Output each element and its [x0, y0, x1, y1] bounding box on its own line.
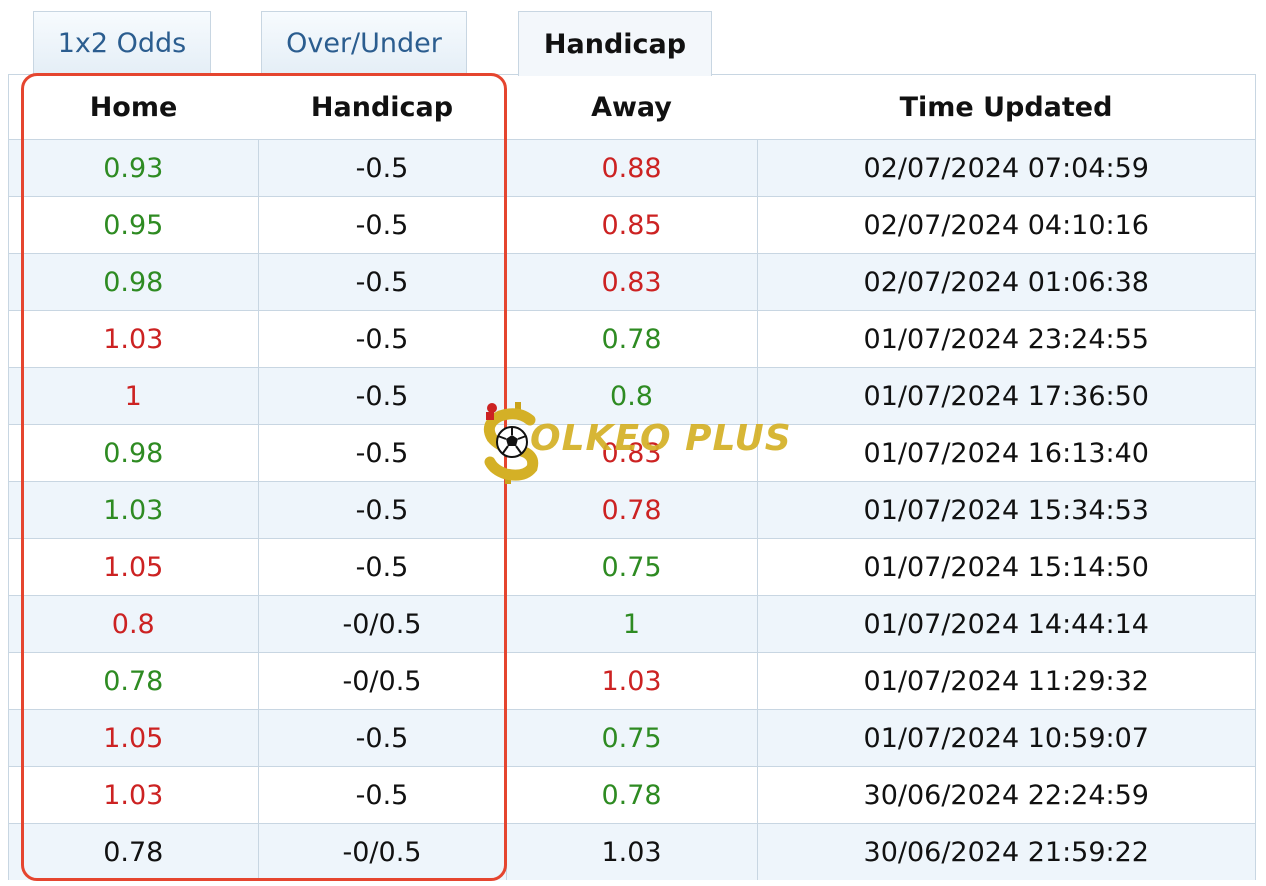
cell-time-updated: 01/07/2024 15:14:50: [757, 538, 1255, 596]
table-row: 0.98 -0.5 0.83 01/07/2024 16:13:40: [9, 424, 1255, 482]
cell-handicap: -0.5: [258, 766, 507, 824]
cell-handicap: -0.5: [258, 196, 507, 254]
table-row: 1.03 -0.5 0.78 01/07/2024 15:34:53: [9, 481, 1255, 539]
handicap-odds-table: Home Handicap Away Time Updated 0.93 -0.5…: [9, 75, 1255, 880]
table-row: 0.78 -0/0.5 1.03 01/07/2024 11:29:32: [9, 652, 1255, 710]
cell-away-odds: 0.8: [506, 367, 758, 425]
table-row: 1.05 -0.5 0.75 01/07/2024 15:14:50: [9, 538, 1255, 596]
table-row: 0.98 -0.5 0.83 02/07/2024 01:06:38: [9, 253, 1255, 311]
cell-handicap: -0/0.5: [258, 595, 507, 653]
cell-away-odds: 0.83: [506, 424, 758, 482]
cell-home-odds: 0.93: [9, 139, 259, 197]
cell-handicap: -0.5: [258, 367, 507, 425]
cell-handicap: -0.5: [258, 424, 507, 482]
cell-time-updated: 30/06/2024 21:59:22: [757, 823, 1255, 880]
cell-away-odds: 0.83: [506, 253, 758, 311]
cell-handicap: -0.5: [258, 310, 507, 368]
cell-handicap: -0/0.5: [258, 823, 507, 880]
cell-away-odds: 0.75: [506, 538, 758, 596]
table-row: 1.03 -0.5 0.78 30/06/2024 22:24:59: [9, 766, 1255, 824]
cell-time-updated: 30/06/2024 22:24:59: [757, 766, 1255, 824]
cell-away-odds: 0.78: [506, 766, 758, 824]
cell-handicap: -0/0.5: [258, 652, 507, 710]
cell-home-odds: 0.78: [9, 823, 259, 880]
cell-time-updated: 01/07/2024 16:13:40: [757, 424, 1255, 482]
cell-away-odds: 1.03: [506, 652, 758, 710]
cell-time-updated: 01/07/2024 14:44:14: [757, 595, 1255, 653]
cell-away-odds: 0.85: [506, 196, 758, 254]
cell-time-updated: 01/07/2024 15:34:53: [757, 481, 1255, 539]
table-row: 0.93 -0.5 0.88 02/07/2024 07:04:59: [9, 139, 1255, 197]
cell-away-odds: 0.88: [506, 139, 758, 197]
cell-time-updated: 02/07/2024 01:06:38: [757, 253, 1255, 311]
cell-handicap: -0.5: [258, 139, 507, 197]
cell-home-odds: 0.98: [9, 424, 259, 482]
header-away: Away: [506, 75, 757, 140]
table-row: 1.03 -0.5 0.78 01/07/2024 23:24:55: [9, 310, 1255, 368]
cell-home-odds: 0.95: [9, 196, 259, 254]
cell-home-odds: 1: [9, 367, 259, 425]
tab-1x2-odds[interactable]: 1x2 Odds: [33, 11, 211, 75]
header-home: Home: [9, 75, 258, 140]
table-row: 1.05 -0.5 0.75 01/07/2024 10:59:07: [9, 709, 1255, 767]
table-row: 0.8 -0/0.5 1 01/07/2024 14:44:14: [9, 595, 1255, 653]
cell-time-updated: 01/07/2024 17:36:50: [757, 367, 1255, 425]
cell-time-updated: 02/07/2024 04:10:16: [757, 196, 1255, 254]
cell-home-odds: 1.03: [9, 310, 259, 368]
cell-away-odds: 0.75: [506, 709, 758, 767]
cell-home-odds: 1.03: [9, 481, 259, 539]
cell-handicap: -0.5: [258, 253, 507, 311]
table-row: 1 -0.5 0.8 01/07/2024 17:36:50: [9, 367, 1255, 425]
cell-time-updated: 01/07/2024 10:59:07: [757, 709, 1255, 767]
cell-home-odds: 0.78: [9, 652, 259, 710]
cell-away-odds: 0.78: [506, 481, 758, 539]
header-handicap: Handicap: [258, 75, 506, 140]
cell-time-updated: 01/07/2024 23:24:55: [757, 310, 1255, 368]
cell-home-odds: 0.8: [9, 595, 259, 653]
table-row: 0.95 -0.5 0.85 02/07/2024 04:10:16: [9, 196, 1255, 254]
tab-over-under[interactable]: Over/Under: [261, 11, 467, 75]
header-time-updated: Time Updated: [757, 75, 1255, 140]
cell-time-updated: 02/07/2024 07:04:59: [757, 139, 1255, 197]
odds-tab-bar: 1x2 Odds Over/Under Handicap: [0, 0, 1266, 76]
cell-handicap: -0.5: [258, 538, 507, 596]
cell-home-odds: 1.05: [9, 709, 259, 767]
tab-handicap[interactable]: Handicap: [518, 11, 712, 76]
cell-home-odds: 0.98: [9, 253, 259, 311]
cell-handicap: -0.5: [258, 709, 507, 767]
table-header-row: Home Handicap Away Time Updated: [9, 75, 1255, 140]
odds-table-container: Home Handicap Away Time Updated 0.93 -0.5…: [8, 74, 1256, 880]
table-row: 0.78 -0/0.5 1.03 30/06/2024 21:59:22: [9, 823, 1255, 880]
cell-home-odds: 1.03: [9, 766, 259, 824]
cell-away-odds: 1: [506, 595, 758, 653]
cell-away-odds: 1.03: [506, 823, 758, 880]
cell-home-odds: 1.05: [9, 538, 259, 596]
cell-handicap: -0.5: [258, 481, 507, 539]
cell-away-odds: 0.78: [506, 310, 758, 368]
cell-time-updated: 01/07/2024 11:29:32: [757, 652, 1255, 710]
